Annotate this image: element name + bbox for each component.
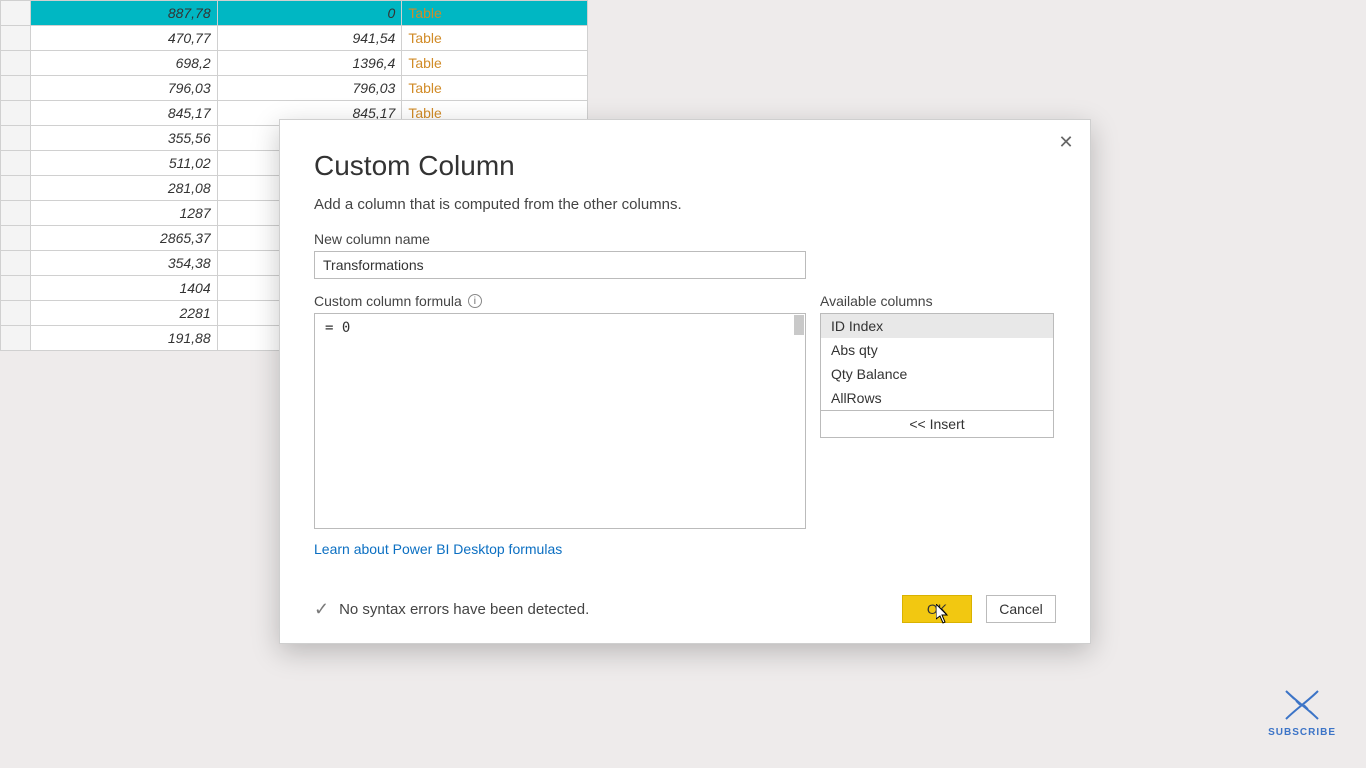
cell-value: 355,56 <box>30 126 217 151</box>
learn-link[interactable]: Learn about Power BI Desktop formulas <box>280 529 596 557</box>
syntax-status: ✓ No syntax errors have been detected. <box>314 599 589 620</box>
cancel-button[interactable]: Cancel <box>986 595 1056 623</box>
cell-value: 191,88 <box>30 326 217 351</box>
cell-value: 698,2 <box>30 51 217 76</box>
cell-value: 354,38 <box>30 251 217 276</box>
list-item[interactable]: AllRows <box>821 386 1053 410</box>
formula-editor[interactable]: = 0 <box>314 313 806 529</box>
formula-scrollbar[interactable] <box>794 315 804 335</box>
row-gutter <box>1 226 31 251</box>
list-item[interactable]: Abs qty <box>821 338 1053 362</box>
new-column-name-label: New column name <box>280 231 1090 251</box>
row-gutter <box>1 251 31 276</box>
cell-link[interactable]: Table <box>402 1 588 26</box>
row-gutter <box>1 176 31 201</box>
cell-value: 941,54 <box>217 26 402 51</box>
row-gutter <box>1 76 31 101</box>
formula-label-text: Custom column formula <box>314 293 462 309</box>
cell-value: 845,17 <box>30 101 217 126</box>
new-column-name-input[interactable] <box>314 251 806 279</box>
table-row[interactable]: 698,21396,4Table <box>1 51 588 76</box>
cell-value: 1287 <box>30 201 217 226</box>
available-columns-label: Available columns <box>820 293 1054 309</box>
cell-value: 1396,4 <box>217 51 402 76</box>
row-gutter <box>1 201 31 226</box>
table-row[interactable]: 470,77941,54Table <box>1 26 588 51</box>
cell-value: 887,78 <box>30 1 217 26</box>
list-item[interactable]: Qty Balance <box>821 362 1053 386</box>
check-icon: ✓ <box>314 599 329 620</box>
cell-link[interactable]: Table <box>402 51 588 76</box>
cell-link[interactable]: Table <box>402 76 588 101</box>
row-gutter <box>1 276 31 301</box>
cell-link[interactable]: Table <box>402 26 588 51</box>
cell-value: 1404 <box>30 276 217 301</box>
table-row[interactable]: 887,780Table <box>1 1 588 26</box>
dialog-title: Custom Column <box>280 120 1090 192</box>
row-gutter <box>1 26 31 51</box>
row-gutter <box>1 126 31 151</box>
row-gutter <box>1 1 31 26</box>
subscribe-badge: SUBSCRIBE <box>1268 687 1336 738</box>
row-gutter <box>1 51 31 76</box>
dna-icon <box>1282 687 1322 723</box>
cell-value: 796,03 <box>217 76 402 101</box>
cell-value: 0 <box>217 1 402 26</box>
list-item[interactable]: ID Index <box>821 314 1053 338</box>
dialog-description: Add a column that is computed from the o… <box>280 192 1090 231</box>
cell-value: 470,77 <box>30 26 217 51</box>
ok-button[interactable]: OK <box>902 595 972 623</box>
subscribe-label: SUBSCRIBE <box>1268 727 1336 738</box>
available-columns-list[interactable]: ID IndexAbs qtyQty BalanceAllRows <box>820 313 1054 410</box>
cell-value: 2865,37 <box>30 226 217 251</box>
info-icon[interactable]: i <box>468 294 482 308</box>
cell-value: 796,03 <box>30 76 217 101</box>
formula-label: Custom column formula i <box>314 293 806 309</box>
table-row[interactable]: 796,03796,03Table <box>1 76 588 101</box>
dialog-footer: ✓ No syntax errors have been detected. O… <box>280 575 1090 643</box>
cell-value: 2281 <box>30 301 217 326</box>
cell-value: 281,08 <box>30 176 217 201</box>
insert-button[interactable]: << Insert <box>820 410 1054 438</box>
formula-text[interactable]: = 0 <box>315 314 805 342</box>
cell-value: 511,02 <box>30 151 217 176</box>
row-gutter <box>1 301 31 326</box>
row-gutter <box>1 326 31 351</box>
row-gutter <box>1 101 31 126</box>
close-button[interactable]: ✕ <box>1052 128 1080 156</box>
status-text: No syntax errors have been detected. <box>339 601 589 618</box>
custom-column-dialog: ✕ Custom Column Add a column that is com… <box>279 119 1091 644</box>
row-gutter <box>1 151 31 176</box>
